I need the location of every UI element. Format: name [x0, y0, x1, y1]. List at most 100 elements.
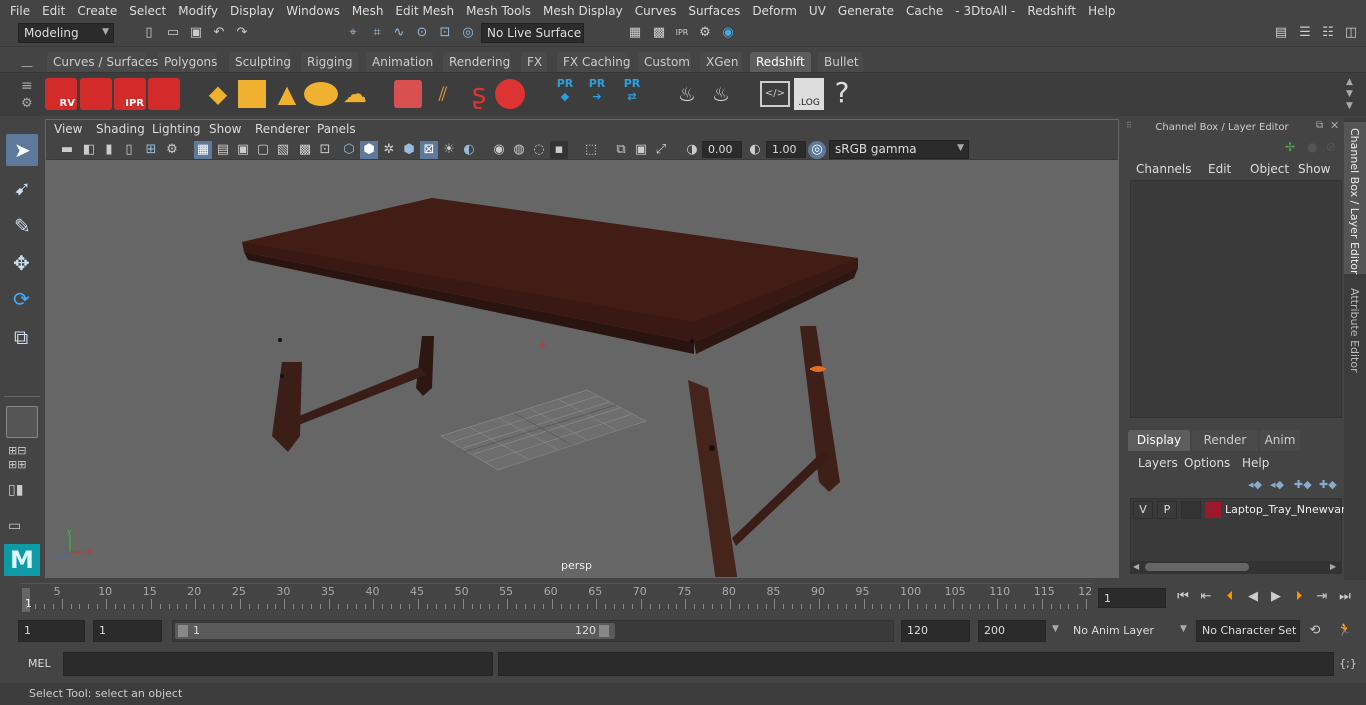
viewport-scene[interactable]: y x z persp	[46, 160, 1118, 577]
smooth-shade-icon[interactable]: ▤	[214, 141, 232, 159]
image-plane-icon[interactable]: ▯	[120, 141, 138, 159]
channel-box-menu-show[interactable]: Show	[1298, 162, 1330, 176]
multisample-icon[interactable]: ◉	[490, 141, 508, 159]
shelf-tab-rendering[interactable]: Rendering	[443, 52, 511, 72]
playback-start-field[interactable]: 1	[93, 620, 162, 642]
scroll-left-icon[interactable]: ◀	[1133, 562, 1139, 571]
shelf-tab-animation[interactable]: Animation	[366, 52, 433, 72]
step-forward-frame-icon[interactable]: ⏵	[1290, 588, 1308, 606]
shelf-scroll-down-icon[interactable]: ▼	[1346, 89, 1353, 99]
viewport-menu-view[interactable]: View	[54, 122, 82, 136]
workspace-icon[interactable]: ▤	[1272, 24, 1290, 42]
new-layer-from-selection-icon[interactable]: ✚◆	[1319, 478, 1337, 491]
go-to-start-icon[interactable]: ⏮	[1174, 588, 1192, 606]
motion-blur-icon[interactable]: ◐	[460, 141, 478, 159]
menu-windows[interactable]: Windows	[280, 4, 346, 18]
script-editor-icon[interactable]: {;}	[1339, 655, 1357, 673]
two-view-layout-icon[interactable]: ▯▮	[8, 482, 36, 510]
shelf-scroll-end-icon[interactable]: ▼	[1346, 101, 1353, 111]
camera-select-icon[interactable]: ▬	[58, 141, 76, 159]
xray-icon[interactable]: ⬢	[360, 141, 378, 159]
bake-icon[interactable]: ♨	[670, 80, 704, 108]
play-backward-icon[interactable]: ◀	[1244, 588, 1262, 606]
render-frame-icon[interactable]: ▩	[650, 24, 668, 42]
channel-box-menu-channels[interactable]: Channels	[1136, 162, 1192, 176]
select-tool-icon[interactable]: ➤	[6, 134, 38, 166]
menu-uv[interactable]: UV	[803, 4, 832, 18]
isolate-select-icon[interactable]: ⬡	[340, 141, 358, 159]
select-camera-icon[interactable]: ⬚	[582, 141, 600, 159]
redshift-batch-render-icon[interactable]	[80, 78, 112, 110]
end-time-field[interactable]: 200	[978, 620, 1046, 642]
menu-help[interactable]: Help	[1082, 4, 1121, 18]
snap-curve-icon[interactable]: ∿	[390, 24, 408, 42]
anim-layer-dropdown[interactable]: No Anim Layer	[1067, 620, 1177, 642]
shelf-tab-polygons[interactable]: Polygons	[158, 52, 217, 72]
backface-culling-icon[interactable]: ⊠	[420, 141, 438, 159]
redshift-pr-swap-icon[interactable]: PR ⇄	[617, 77, 647, 111]
xray-joints-icon[interactable]: ✲	[380, 141, 398, 159]
default-material-icon[interactable]: ▢	[254, 141, 272, 159]
close-panel-icon[interactable]: ✕	[1330, 119, 1339, 132]
redshift-area-light-icon[interactable]: ◆	[202, 80, 234, 108]
snap-view-icon[interactable]: ⊡	[436, 24, 454, 42]
time-slider[interactable]: 1 5 10 15 20 25 30 35 40 45 50 55 60 65 70 75 80 85 90 95 1…	[20, 583, 1092, 612]
tool-settings-toggle-icon[interactable]: ☷	[1319, 24, 1337, 42]
hud-icon[interactable]: ◌	[530, 141, 548, 159]
textured-icon[interactable]: ▧	[274, 141, 292, 159]
script-editor-icon[interactable]: </>	[760, 81, 790, 107]
shelf-tab-custom[interactable]: Custom	[638, 52, 691, 72]
viewport-menu-panels[interactable]: Panels	[317, 122, 356, 136]
gamma-icon[interactable]: ◐	[746, 141, 764, 159]
grid-toggle-icon[interactable]: ⊞	[142, 141, 160, 159]
lighting-icon[interactable]: ▩	[296, 141, 314, 159]
shelf-settings-icon[interactable]: ⚙	[21, 96, 33, 111]
menu-display[interactable]: Display	[224, 4, 280, 18]
layer-tab-display[interactable]: Display	[1128, 430, 1190, 451]
redo-icon[interactable]: ↷	[233, 24, 251, 42]
bookmark-icon[interactable]: ▮	[100, 141, 118, 159]
layer-playback-toggle[interactable]: P	[1157, 501, 1177, 519]
scroll-thumb[interactable]	[1145, 563, 1249, 571]
redshift-pr-export-icon[interactable]: PR ➔	[582, 77, 612, 111]
undo-icon[interactable]: ↶	[210, 24, 228, 42]
redshift-proxy-icon[interactable]	[394, 80, 422, 108]
channel-box-menu-object[interactable]: Object	[1250, 162, 1289, 176]
single-view-layout-icon[interactable]	[6, 406, 38, 438]
shelf-tab-fx[interactable]: FX	[521, 52, 547, 72]
menu-generate[interactable]: Generate	[832, 4, 900, 18]
frame-selected-icon[interactable]: ▣	[632, 141, 650, 159]
shelf-tab-redshift[interactable]: Redshift	[750, 52, 811, 72]
redshift-ipr-icon[interactable]: IPR	[114, 78, 146, 110]
range-slider-handle[interactable]: 1 120	[175, 623, 615, 639]
live-surface-field[interactable]: No Live Surface	[481, 23, 584, 43]
outliner-layout-icon[interactable]: ▭	[8, 518, 36, 538]
range-end-grip[interactable]	[599, 625, 609, 637]
start-time-field[interactable]: 1	[18, 620, 85, 642]
go-to-end-icon[interactable]: ⏭	[1336, 588, 1354, 606]
menu-file[interactable]: File	[4, 4, 36, 18]
redshift-spot-light-icon[interactable]: ▲	[272, 80, 302, 108]
shelf-menu-icon[interactable]: ≡	[21, 78, 33, 94]
snap-grid-icon[interactable]: ⌗	[368, 24, 386, 42]
redshift-render-view-icon[interactable]: RV	[45, 78, 77, 110]
step-back-frame-icon[interactable]: ⏴	[1221, 588, 1239, 606]
redshift-portal-light-icon[interactable]	[238, 80, 266, 108]
chevron-down-icon[interactable]: ▼	[1052, 624, 1059, 634]
viewport-menu-renderer[interactable]: Renderer	[255, 122, 310, 136]
menu-edit-mesh[interactable]: Edit Mesh	[389, 4, 460, 18]
layer-row[interactable]: V P Laptop_Tray_Nnewvan	[1133, 501, 1348, 521]
scale-tool-icon[interactable]: ⧉	[6, 321, 38, 353]
menu-surfaces[interactable]: Surfaces	[682, 4, 746, 18]
lasso-tool-icon[interactable]: ➹	[6, 172, 38, 204]
redshift-ies-light-icon[interactable]	[304, 82, 338, 106]
shelf-scroll-up-icon[interactable]: ▲	[1346, 77, 1353, 87]
attribute-editor-toggle-icon[interactable]: ☰	[1296, 24, 1314, 42]
shelf-tab-bullet[interactable]: Bullet	[818, 52, 863, 72]
layer-tab-anim[interactable]: Anim	[1260, 430, 1300, 451]
exposure-icon[interactable]: ◑	[683, 141, 701, 159]
shelf-collapse-icon[interactable]: —	[21, 59, 33, 73]
scroll-right-icon[interactable]: ▶	[1330, 562, 1336, 571]
step-forward-key-icon[interactable]: ⇥	[1313, 588, 1331, 606]
redshift-pr-proxy-icon[interactable]: PR ◆	[550, 77, 580, 111]
